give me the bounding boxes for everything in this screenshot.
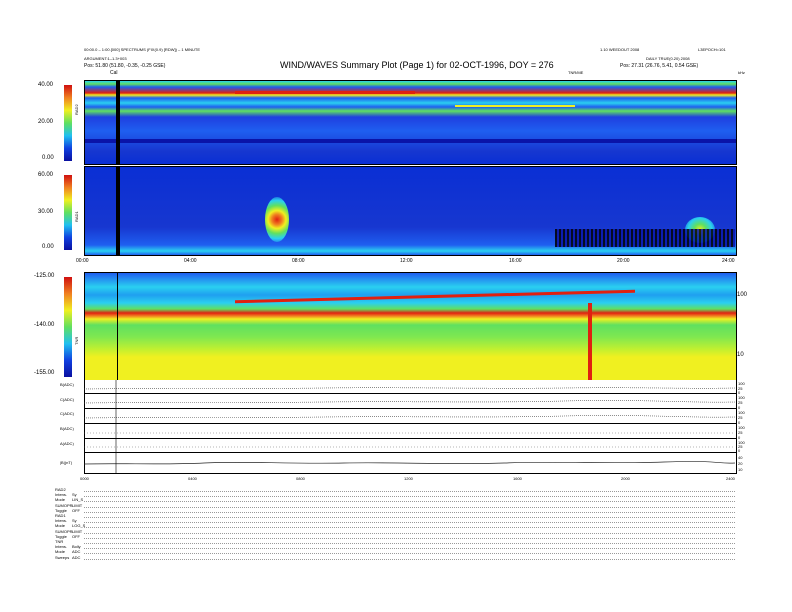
khz-label: kHz [738,70,745,75]
header-info-right-1: 1.10 WEEDOUT 2008 [600,47,640,52]
rad1-spectrogram [84,166,737,256]
strip-5-rtick-2: 0 [738,448,741,453]
rad1-burst [265,197,289,242]
header-info-line-2: ARGUMENT:1–1.3+003 [84,56,127,61]
tnr-spectrogram [84,272,737,382]
footer-value: ADC [72,554,81,560]
trace-1 [84,387,735,390]
footer-row-line [84,558,735,560]
trace-3 [84,415,735,419]
footer-value: OFF [72,533,80,539]
bottom-xtick-3: 1200 [404,476,413,481]
strip-4-label: B(ADC) [60,426,74,431]
rad1-tick-mid: 30.00 [38,209,54,215]
cal-label: Cal [110,70,118,76]
rad1-label: RAD1 [74,211,79,222]
footer-row-line [84,532,735,534]
strip-1-label: B(ADC) [60,382,74,387]
chart-title: WIND/WAVES Summary Plot (Page 1) for 02-… [280,60,554,70]
rad2-tick-bottom: 0.00 [42,155,54,161]
strip-traces [84,380,735,473]
rad-xtick-5: 20:00 [617,258,630,264]
rad2-cal-bar [116,81,120,164]
footer-key: Sweeps [55,554,70,560]
tnr-tick-top: -125.00 [34,273,55,279]
tnr-tick-bottom: -155.00 [34,370,55,376]
footer-row-line [84,522,735,524]
strip-5-label: A(ADC) [60,441,74,446]
footer-row-line [84,511,735,513]
footer-row-line [84,543,735,544]
tnr-tick-mid: -140.00 [34,322,55,328]
rad-xtick-3: 12:00 [400,258,413,264]
rad2-spectrogram [84,80,737,165]
footer-row-line [84,517,735,518]
rad-xtick-0: 00:00 [76,258,89,264]
tnr-plasma-line [235,289,635,304]
bottom-xtick-4: 1600 [513,476,522,481]
bottom-xtick-5: 2000 [621,476,630,481]
footer-row-line [84,506,735,508]
footer-value: OFF [72,507,80,513]
bottom-xtick-0: 0000 [80,476,89,481]
tnr-me-label: TNR/ME [568,70,584,75]
strip-2-label: C(ADC) [60,397,74,402]
header-position-left: Pos: 51.80 (51.80, -0.35, -0.25 GSE) [84,63,166,69]
footer-row-line [84,537,735,539]
rad1-tick-top: 60.00 [38,172,54,178]
footer-row-line [84,548,735,550]
footer-row-line [84,527,735,529]
rad-xtick-6: 24:00 [722,258,735,264]
header-position-right: Pos: 27.31 (26.76, 5.41, 0.54 GSE) [620,63,699,69]
strip-6-label: |B|(nT) [60,460,73,465]
rad1-colorbar [64,175,72,250]
rad1-tick-bottom: 0.00 [42,244,54,250]
rad-xtick-4: 16:00 [509,258,522,264]
footer-row-line [84,553,735,555]
strip-6-rtick-2: 10 [738,467,743,472]
bottom-xtick-2: 0800 [296,476,305,481]
rad-xtick-2: 08:00 [292,258,305,264]
rad2-colorbar [64,85,72,161]
trace-2 [84,400,735,404]
rad-xtick-1: 04:00 [184,258,197,264]
strip-3-label: C(ADC) [60,411,74,416]
tnr-label: TNR [74,336,79,345]
rad1-dropout [555,229,735,247]
rad2-emission-band [235,91,415,94]
bottom-xtick-6: 2400 [726,476,735,481]
header-corner-label: L3EPOCH=101 [698,47,726,52]
footer-row-line [84,496,735,498]
tnr-colorbar [64,277,72,377]
footer-row-line [84,501,735,503]
tnr-right-tick-10: 10 [737,352,744,358]
tnr-spike [588,303,592,381]
tnr-right-tick-100: 100 [737,292,748,298]
strip-6-rtick-0: 40 [738,455,743,460]
rad2-emission-band-2 [455,105,575,107]
rad1-cal-bar [116,167,120,255]
trace-6 [84,461,735,465]
header-info-right-2: DAILY TRUE(0.20) 2008 [646,56,690,61]
tnr-cal-line [117,273,118,381]
rad2-tick-top: 40.00 [38,82,54,88]
bottom-xtick-1: 0400 [188,476,197,481]
header-info-line-1: 00:00.0 – 1:00.[000] SPECTRUMS (FIX(0.9)… [84,47,201,52]
footer-row-line [84,491,735,492]
strip-6-rtick-1: 20 [738,461,743,466]
rad2-tick-mid: 20.00 [38,119,54,125]
rad2-label: RAD2 [74,104,79,115]
